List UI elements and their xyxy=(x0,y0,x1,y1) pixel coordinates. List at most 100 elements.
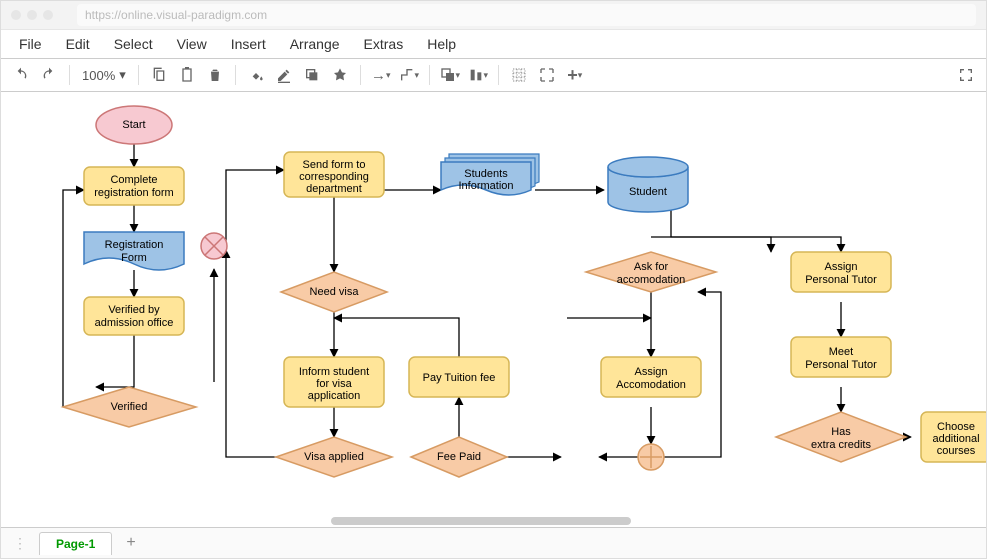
align-button[interactable]: ▾ xyxy=(466,63,490,87)
node-assign-accom[interactable]: Assign Accomodation xyxy=(601,357,701,397)
node-start[interactable]: Start xyxy=(96,106,172,144)
page-tab[interactable]: Page-1 xyxy=(39,532,112,555)
window-controls xyxy=(11,10,53,20)
copy-button[interactable] xyxy=(147,63,171,87)
separator xyxy=(138,65,139,85)
svg-text:Students: Students xyxy=(464,168,508,180)
fit-button[interactable] xyxy=(535,63,559,87)
fee-paid-label: Fee Paid xyxy=(437,451,481,463)
line-color-button[interactable] xyxy=(272,63,296,87)
menu-bar: File Edit Select View Insert Arrange Ext… xyxy=(1,30,986,59)
max-dot-icon[interactable] xyxy=(43,10,53,20)
node-inform-student[interactable]: Inform student for visa application xyxy=(284,357,384,407)
svg-text:Form: Form xyxy=(121,252,147,264)
zoom-select[interactable]: 100% ▾ xyxy=(78,67,130,83)
separator xyxy=(235,65,236,85)
menu-select[interactable]: Select xyxy=(104,32,163,56)
menu-arrange[interactable]: Arrange xyxy=(280,32,350,56)
node-registration-form[interactable]: Registration Form xyxy=(84,232,184,270)
svg-text:for visa: for visa xyxy=(316,378,352,390)
separator xyxy=(498,65,499,85)
svg-text:Verified by: Verified by xyxy=(108,304,160,316)
canvas[interactable]: Start Complete registration form Registr… xyxy=(1,92,986,527)
menu-edit[interactable]: Edit xyxy=(56,32,100,56)
start-label: Start xyxy=(122,119,145,131)
svg-text:Personal Tutor: Personal Tutor xyxy=(805,274,877,286)
style-button[interactable] xyxy=(328,63,352,87)
node-choose-courses[interactable]: Choose additional courses xyxy=(921,412,986,462)
node-fee-paid[interactable]: Fee Paid xyxy=(411,437,507,477)
node-need-visa[interactable]: Need visa xyxy=(281,272,387,312)
horizontal-scrollbar[interactable] xyxy=(331,517,631,525)
pay-tuition-label: Pay Tuition fee xyxy=(423,372,496,384)
titlebar: https://online.visual-paradigm.com xyxy=(1,1,986,30)
add-page-button[interactable]: + xyxy=(118,534,143,552)
zoom-label: 100% xyxy=(82,68,115,83)
node-visa-applied[interactable]: Visa applied xyxy=(276,437,392,477)
svg-text:admission office: admission office xyxy=(95,317,174,329)
waypoint-button[interactable]: ▾ xyxy=(397,63,421,87)
svg-text:courses: courses xyxy=(937,445,976,457)
svg-text:extra credits: extra credits xyxy=(811,439,871,451)
to-front-button[interactable]: ▾ xyxy=(438,63,462,87)
node-complete-form[interactable]: Complete registration form xyxy=(84,167,184,205)
close-dot-icon[interactable] xyxy=(11,10,21,20)
drag-handle-icon[interactable]: ⋮ xyxy=(7,535,33,552)
svg-text:Personal Tutor: Personal Tutor xyxy=(805,359,877,371)
menu-extras[interactable]: Extras xyxy=(354,32,414,56)
chevron-down-icon: ▾ xyxy=(119,67,126,83)
shadow-button[interactable] xyxy=(300,63,324,87)
fullscreen-button[interactable] xyxy=(954,63,978,87)
separator xyxy=(69,65,70,85)
svg-text:Inform student: Inform student xyxy=(299,366,369,378)
node-student-db[interactable]: Student xyxy=(608,157,688,212)
address-bar[interactable]: https://online.visual-paradigm.com xyxy=(77,4,976,26)
node-verified-q[interactable]: Verified xyxy=(63,387,196,427)
node-students-info[interactable]: Students Information xyxy=(441,154,539,195)
visa-applied-label: Visa applied xyxy=(304,451,364,463)
menu-help[interactable]: Help xyxy=(417,32,466,56)
svg-text:Information: Information xyxy=(458,180,513,192)
svg-text:application: application xyxy=(308,390,361,402)
separator xyxy=(360,65,361,85)
min-dot-icon[interactable] xyxy=(27,10,37,20)
node-has-credits[interactable]: Has extra credits xyxy=(776,412,906,462)
svg-text:Ask for: Ask for xyxy=(634,261,669,273)
node-meet-tutor[interactable]: Meet Personal Tutor xyxy=(791,337,891,377)
flowchart-svg: Start Complete registration form Registr… xyxy=(1,92,986,527)
svg-text:department: department xyxy=(306,183,362,195)
svg-text:Assign: Assign xyxy=(824,261,857,273)
node-send-form[interactable]: Send form to corresponding department xyxy=(284,152,384,197)
toolbar: 100% ▾ →▾ ▾ ▾ ▾ +▾ xyxy=(1,59,986,92)
svg-text:accomodation: accomodation xyxy=(617,274,686,286)
grid-button[interactable] xyxy=(507,63,531,87)
insert-button[interactable]: +▾ xyxy=(563,63,587,87)
menu-insert[interactable]: Insert xyxy=(221,32,276,56)
node-pay-tuition[interactable]: Pay Tuition fee xyxy=(409,357,509,397)
node-assign-tutor[interactable]: Assign Personal Tutor xyxy=(791,252,891,292)
paste-button[interactable] xyxy=(175,63,199,87)
svg-text:Meet: Meet xyxy=(829,346,853,358)
svg-text:Complete: Complete xyxy=(110,174,157,186)
menu-file[interactable]: File xyxy=(9,32,52,56)
svg-text:Assign: Assign xyxy=(634,366,667,378)
menu-view[interactable]: View xyxy=(167,32,217,56)
svg-text:Choose: Choose xyxy=(937,421,975,433)
svg-text:corresponding: corresponding xyxy=(299,171,369,183)
need-visa-label: Need visa xyxy=(310,286,360,298)
connection-button[interactable]: →▾ xyxy=(369,63,393,87)
node-merge-gate[interactable] xyxy=(638,444,664,470)
node-xor-gate[interactable] xyxy=(201,233,227,259)
svg-text:additional: additional xyxy=(932,433,979,445)
svg-text:Registration: Registration xyxy=(105,239,164,251)
node-ask-accom[interactable]: Ask for accomodation xyxy=(586,252,716,292)
redo-button[interactable] xyxy=(37,63,61,87)
svg-text:Has: Has xyxy=(831,426,851,438)
verified-q-label: Verified xyxy=(111,401,148,413)
node-verified-by[interactable]: Verified by admission office xyxy=(84,297,184,335)
svg-text:Send form to: Send form to xyxy=(303,159,366,171)
footer: ⋮ Page-1 + xyxy=(1,527,986,558)
undo-button[interactable] xyxy=(9,63,33,87)
fill-color-button[interactable] xyxy=(244,63,268,87)
delete-button[interactable] xyxy=(203,63,227,87)
